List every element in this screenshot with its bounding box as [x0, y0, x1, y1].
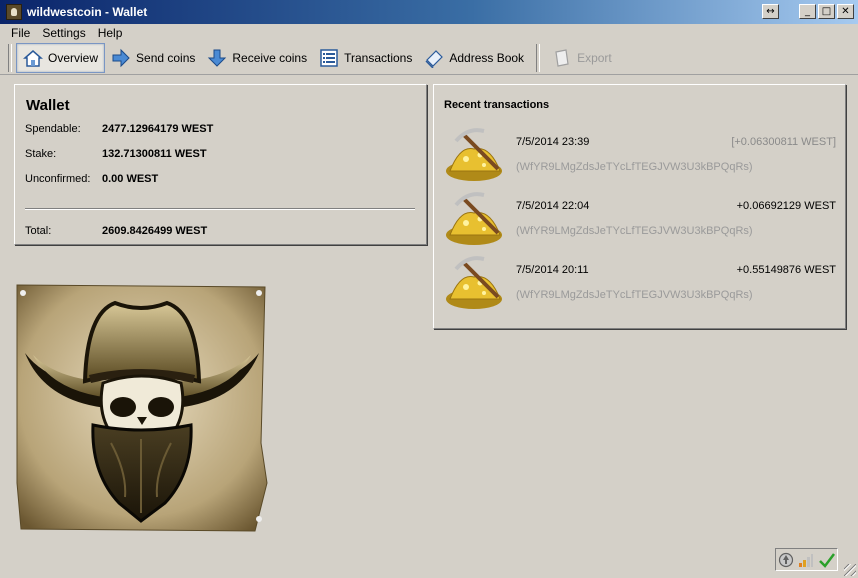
transaction-amount: +0.55149876 WEST: [736, 264, 836, 276]
unconfirmed-label: Unconfirmed:: [25, 173, 91, 185]
toolbar-grip[interactable]: [8, 43, 12, 72]
wallet-panel: Wallet Spendable: 2477.12964179 WEST Sta…: [14, 84, 427, 245]
toolbar: Overview Send coins Receive coins Transa…: [0, 41, 858, 75]
transaction-amount: +0.06692129 WEST: [736, 200, 836, 212]
receive-arrow-icon: [208, 49, 227, 67]
address-book-label: Address Book: [449, 50, 525, 65]
total-label: Total:: [25, 225, 52, 237]
close-button[interactable]: ✕: [837, 4, 854, 19]
export-label: Export: [577, 50, 612, 65]
transaction-address: (WfYR9LMgZdsJeTYcLfTEGJVW3U3kBPQqRs): [516, 161, 753, 173]
resize-grip[interactable]: [844, 564, 856, 576]
send-arrow-icon: [112, 48, 130, 67]
gold-pickaxe-icon: [446, 256, 502, 309]
stake-value: 132.71300811 WEST: [102, 148, 207, 160]
total-value: 2609.8426499 WEST: [102, 225, 208, 237]
menu-settings[interactable]: Settings: [36, 26, 91, 40]
transaction-date: 7/5/2014 20:11: [516, 264, 589, 276]
transaction-date: 7/5/2014 22:04: [516, 200, 590, 212]
unconfirmed-value: 0.00 WEST: [102, 173, 159, 185]
stake-label: Stake:: [25, 148, 57, 160]
transaction-address: (WfYR9LMgZdsJeTYcLfTEGJVW3U3kBPQqRs): [516, 289, 753, 301]
wildwestcoin-logo-icon: [6, 4, 22, 20]
address-book-icon: [425, 49, 444, 68]
resize-horizontal-button[interactable]: ↔: [762, 4, 779, 19]
send-coins-button[interactable]: Send coins: [105, 43, 201, 73]
overview-label: Overview: [48, 50, 99, 65]
spendable-value: 2477.12964179 WEST: [102, 123, 214, 135]
transaction-address: (WfYR9LMgZdsJeTYcLfTEGJVW3U3kBPQqRs): [516, 225, 753, 237]
wallet-title: Wallet: [26, 97, 70, 114]
home-icon: [23, 49, 43, 67]
menu-bar: File Settings Help: [0, 24, 858, 41]
toolbar-separator: [536, 43, 541, 72]
recent-transactions-title: Recent transactions: [444, 99, 550, 111]
gold-pickaxe-icon: [446, 128, 502, 181]
window-title: wildwestcoin - Wallet: [27, 5, 148, 19]
list-icon: [320, 48, 338, 67]
receive-coins-label: Receive coins: [232, 50, 308, 65]
transactions-button[interactable]: Transactions: [313, 43, 418, 73]
transactions-label: Transactions: [344, 50, 413, 65]
menu-help[interactable]: Help: [92, 26, 129, 40]
recent-transactions-panel: Recent transactions 7/5/2014 23:39 [+0.0…: [433, 84, 846, 329]
title-bar[interactable]: wildwestcoin - Wallet ↔ _ □ ✕: [0, 0, 858, 24]
transaction-item[interactable]: 7/5/2014 20:11 +0.55149876 WEST (WfYR9LM…: [444, 253, 836, 313]
outlaw-skull-logo: [16, 284, 268, 532]
synced-check-icon[interactable]: [818, 552, 835, 568]
connections-icon[interactable]: [798, 552, 814, 568]
export-button[interactable]: Export: [546, 43, 618, 73]
address-book-button[interactable]: Address Book: [418, 43, 530, 73]
send-coins-label: Send coins: [136, 50, 196, 65]
staking-icon[interactable]: [778, 552, 794, 568]
status-bar: [775, 548, 838, 571]
transaction-item[interactable]: 7/5/2014 22:04 +0.06692129 WEST (WfYR9LM…: [444, 189, 836, 249]
transaction-date: 7/5/2014 23:39: [516, 136, 590, 148]
spendable-label: Spendable:: [25, 123, 81, 135]
transaction-amount: [+0.06300811 WEST]: [731, 136, 836, 148]
export-icon: [555, 48, 569, 67]
gold-pickaxe-icon: [446, 192, 502, 245]
menu-file[interactable]: File: [5, 26, 36, 40]
wallet-divider: [25, 208, 415, 210]
receive-coins-button[interactable]: Receive coins: [201, 43, 313, 73]
maximize-button[interactable]: □: [818, 4, 835, 19]
overview-button[interactable]: Overview: [16, 42, 106, 73]
minimize-button[interactable]: _: [799, 4, 816, 19]
transaction-item[interactable]: 7/5/2014 23:39 [+0.06300811 WEST] (WfYR9…: [444, 125, 836, 185]
